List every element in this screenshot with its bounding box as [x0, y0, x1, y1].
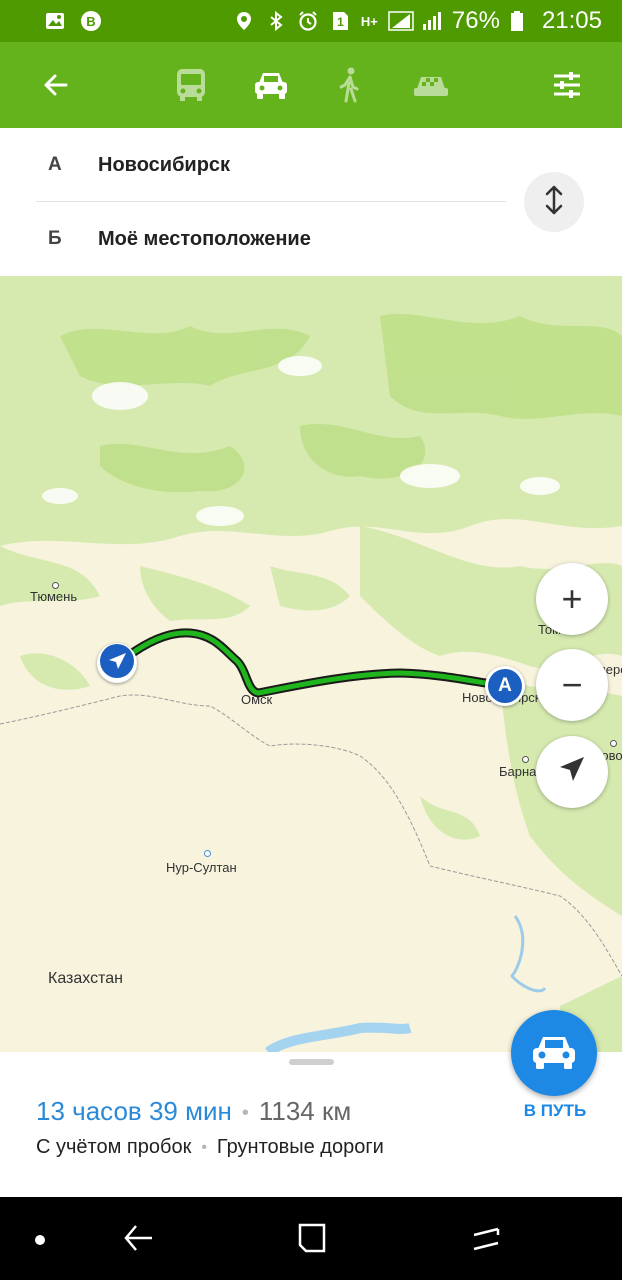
battery-icon	[510, 10, 532, 32]
alarm-icon	[297, 10, 319, 32]
city-label-omsk: Омск	[241, 692, 273, 707]
filters-button[interactable]	[542, 42, 592, 128]
city-dot-nur-sultan	[204, 850, 211, 857]
route-from-field[interactable]: А Новосибирск	[0, 128, 510, 202]
filters-icon	[551, 69, 583, 101]
go-button[interactable]	[511, 1010, 597, 1096]
signal-2-icon	[420, 10, 442, 32]
network-type: H+	[360, 13, 378, 29]
back-button[interactable]	[30, 42, 80, 128]
taxi-icon	[409, 65, 453, 105]
to-letter: Б	[48, 228, 62, 249]
route-duration: 13 часов 39 мин	[36, 1096, 232, 1126]
city-dot-tyumen	[52, 582, 59, 589]
zoom-in-button[interactable]: +	[536, 563, 608, 635]
point-a-label: A	[488, 669, 522, 703]
city-dot-barnaul	[522, 756, 529, 763]
signal-icon	[388, 10, 414, 32]
battery-percent: 76%	[451, 7, 500, 34]
status-bar: B 1 H+ 76% 21:05	[0, 0, 622, 42]
minus-icon: −	[561, 664, 583, 705]
zoom-out-button[interactable]: −	[536, 649, 608, 721]
mode-taxi-button[interactable]	[402, 42, 460, 128]
swap-vertical-icon	[542, 184, 566, 221]
city-label-nur-sultan: Нур-Султан	[166, 860, 237, 875]
separator-dot-2: •	[201, 1138, 207, 1156]
go-label[interactable]: В ПУТЬ	[512, 1101, 598, 1121]
city-label-tyumen: Тюмень	[30, 589, 78, 604]
traffic-note: С учётом пробок	[36, 1136, 192, 1158]
route-summary: 13 часов 39 мин • 1134 км	[36, 1096, 351, 1127]
map[interactable]: Тюмень Омск Новосибирск Томск Барнаул Ке…	[0, 276, 622, 1052]
car-icon	[251, 65, 291, 105]
mode-bus-button[interactable]	[166, 42, 216, 128]
dot-icon	[34, 1233, 46, 1251]
car-icon	[528, 1029, 580, 1078]
bus-icon	[171, 65, 211, 105]
swap-button[interactable]	[524, 172, 584, 232]
road-type: Грунтовые дороги	[216, 1136, 384, 1158]
map-base	[0, 276, 622, 1052]
sheet-handle[interactable]	[289, 1059, 334, 1065]
lake	[265, 1022, 412, 1052]
location-icon	[233, 10, 255, 32]
my-location-button[interactable]	[536, 736, 608, 808]
sim-number: 1	[337, 15, 344, 29]
system-nav-bar	[0, 1197, 622, 1280]
mode-walk-button[interactable]	[324, 42, 374, 128]
home-nav-button[interactable]	[296, 1221, 328, 1260]
mode-car-button[interactable]	[246, 42, 296, 128]
from-letter: А	[48, 154, 62, 175]
walk-icon	[329, 65, 369, 105]
location-arrow-icon	[557, 751, 587, 793]
transport-toolbar	[0, 42, 622, 128]
route-panel: А Новосибирск Б Моё местоположение	[0, 128, 622, 276]
river	[510, 915, 547, 993]
from-text: Новосибирск	[98, 153, 231, 176]
navigation-arrow-icon	[99, 643, 135, 684]
sim-icon: 1	[329, 10, 351, 32]
city-dot-novokuznetsk	[610, 740, 617, 747]
svg-text:B: B	[86, 14, 95, 29]
country-label: Казахстан	[48, 970, 123, 987]
to-text: Моё местоположение	[98, 227, 311, 250]
image-icon	[44, 10, 66, 32]
route-details: С учётом пробок • Грунтовые дороги	[36, 1136, 384, 1159]
bluetooth-icon	[265, 10, 287, 32]
clock: 21:05	[541, 7, 602, 34]
route-distance: 1134 км	[258, 1096, 352, 1126]
b-icon: B	[80, 10, 102, 32]
route-to-field[interactable]: Б Моё местоположение	[0, 202, 510, 276]
current-location-marker[interactable]	[97, 643, 137, 683]
back-arrow-icon	[40, 70, 70, 100]
separator-dot: •	[241, 1101, 249, 1124]
back-nav-button[interactable]	[122, 1221, 154, 1260]
recents-nav-button[interactable]	[470, 1221, 502, 1260]
plus-icon: +	[561, 578, 583, 619]
point-a-marker[interactable]: A	[485, 666, 525, 706]
